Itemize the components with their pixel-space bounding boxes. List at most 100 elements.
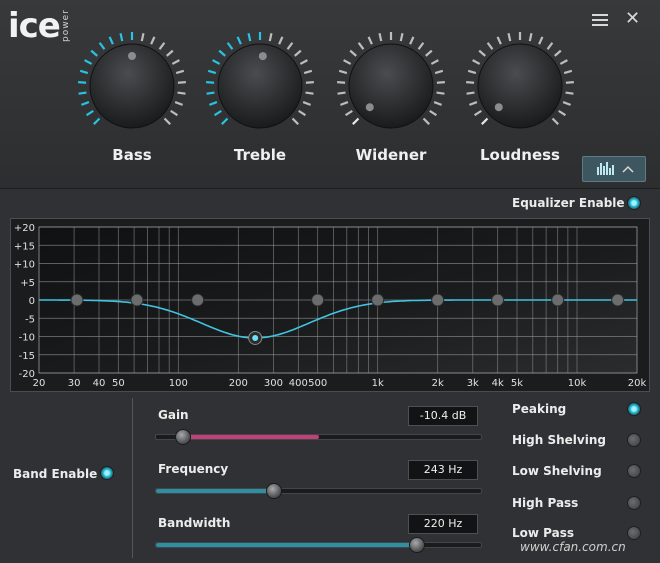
knob-tick	[170, 109, 179, 117]
eq-y-tick-label: -15	[19, 351, 35, 362]
knob-tick	[349, 49, 357, 57]
knob-tick	[343, 59, 352, 65]
knob-tick	[554, 49, 562, 57]
filter-type-high-pass-radio[interactable]	[627, 496, 641, 510]
app-logo: ice	[8, 6, 61, 46]
knob-tick	[175, 69, 185, 75]
widener-label: Widener	[355, 146, 427, 164]
close-icon[interactable]: ✕	[625, 10, 640, 28]
knob-tick	[98, 42, 106, 50]
eq-y-tick-label: -5	[25, 314, 35, 325]
bandwidth-slider-fill	[156, 543, 416, 547]
knob-tick	[163, 117, 171, 125]
knob-tick	[171, 59, 180, 65]
bass-knob[interactable]	[72, 28, 192, 138]
knob-tick	[226, 42, 234, 50]
knob-tick	[221, 117, 229, 125]
treble-knob[interactable]	[200, 28, 320, 138]
knob-tick	[298, 109, 307, 117]
eq-band-node-selected-dot	[252, 334, 259, 341]
eq-x-tick-label: 2k	[432, 378, 444, 389]
knob-tick	[399, 33, 404, 42]
loudness-knob[interactable]	[460, 28, 580, 138]
knob-tick	[466, 81, 475, 84]
bandwidth-value[interactable]: 220 Hz	[408, 514, 478, 534]
knob-pointer	[128, 52, 136, 60]
frequency-value[interactable]: 243 Hz	[408, 460, 478, 480]
eq-x-tick-label: 40	[93, 378, 106, 389]
knob-tick	[236, 36, 242, 45]
eq-band-node	[491, 293, 505, 307]
knob-tick	[436, 91, 445, 95]
gain-slider[interactable]	[155, 429, 482, 445]
widener-knob[interactable]	[331, 28, 451, 138]
eq-x-tick-label: 1k	[372, 378, 384, 389]
bass-knob-dial[interactable]	[72, 28, 192, 138]
knob-tick	[481, 117, 489, 125]
filter-type-low-shelving-radio[interactable]	[627, 464, 641, 478]
knob-tick	[166, 49, 174, 57]
bandwidth-slider-thumb[interactable]	[409, 537, 425, 553]
loudness-knob-dial[interactable]	[460, 28, 580, 138]
knob-tick	[291, 117, 299, 125]
knob-tick	[473, 109, 482, 117]
knob-tick	[559, 59, 568, 65]
widener-knob-dial[interactable]	[331, 28, 451, 138]
filter-type-high-shelving-label: High Shelving	[512, 433, 606, 447]
band-enable-label: Band Enable	[13, 467, 98, 481]
knob-tick	[466, 91, 475, 95]
eq-graph[interactable]: +20 +15 +10 +5 0 -5 -10 -15 -20 20 30 40 50 100 200 300…	[10, 218, 650, 392]
frequency-slider-thumb[interactable]	[266, 483, 282, 499]
knob-tick	[467, 69, 477, 75]
eq-band-node	[371, 293, 385, 307]
eq-x-tick-label: 30	[68, 378, 81, 389]
bandwidth-slider[interactable]	[155, 537, 482, 553]
knob-tick	[218, 49, 226, 57]
gain-slider-thumb[interactable]	[175, 429, 191, 445]
eq-band-node	[611, 293, 625, 307]
eq-x-tick-label: 500	[308, 378, 327, 389]
eq-graph-canvas[interactable]: +20+15+10+50-5-10-15-2020 30 40 50 100 200 300…	[11, 219, 649, 391]
view-toggle-button[interactable]	[582, 156, 646, 182]
knob-tick	[436, 81, 445, 84]
equalizer-enable-toggle[interactable]	[627, 196, 641, 210]
eq-band-node	[191, 293, 205, 307]
knob-tick	[302, 101, 311, 106]
eq-band-node	[311, 293, 325, 307]
eq-x-tick-label: 20	[33, 378, 46, 389]
hamburger-menu-icon[interactable]	[592, 14, 608, 28]
eq-y-tick-label: +5	[20, 278, 35, 289]
gain-slider-fill	[182, 435, 319, 439]
knob-tick	[305, 81, 314, 84]
knob-tick	[119, 33, 124, 42]
knob-tick	[90, 49, 98, 57]
gain-label: Gain	[158, 408, 189, 422]
knob-tick	[344, 109, 353, 117]
knob-tick	[108, 36, 114, 45]
eq-y-tick-label: 0	[29, 296, 35, 307]
treble-knob-dial[interactable]	[200, 28, 320, 138]
filter-type-low-pass-radio[interactable]	[627, 526, 641, 540]
knob-tick	[546, 42, 554, 50]
knob-tick	[434, 69, 444, 75]
knob-tick	[551, 117, 559, 125]
knob-tick	[294, 49, 302, 57]
knob-tick	[433, 101, 442, 106]
knob-tick	[417, 42, 425, 50]
knob-tick	[378, 33, 383, 42]
knob-tick	[429, 109, 438, 117]
gain-value[interactable]: -10.4 dB	[408, 406, 478, 426]
knob-tick	[352, 117, 360, 125]
filter-type-peaking-label: Peaking	[512, 402, 567, 416]
treble-label: Treble	[233, 146, 287, 164]
frequency-label: Frequency	[158, 462, 229, 476]
filter-type-peaking-radio[interactable]	[627, 402, 641, 416]
eq-x-tick-label: 200	[229, 378, 248, 389]
frequency-slider[interactable]	[155, 483, 482, 499]
band-enable-toggle[interactable]	[100, 466, 114, 480]
eq-band-node	[431, 293, 445, 307]
filter-type-high-shelving-radio[interactable]	[627, 433, 641, 447]
knob-tick	[478, 49, 486, 57]
knob-tick	[367, 36, 373, 45]
knob-tick	[558, 109, 567, 117]
